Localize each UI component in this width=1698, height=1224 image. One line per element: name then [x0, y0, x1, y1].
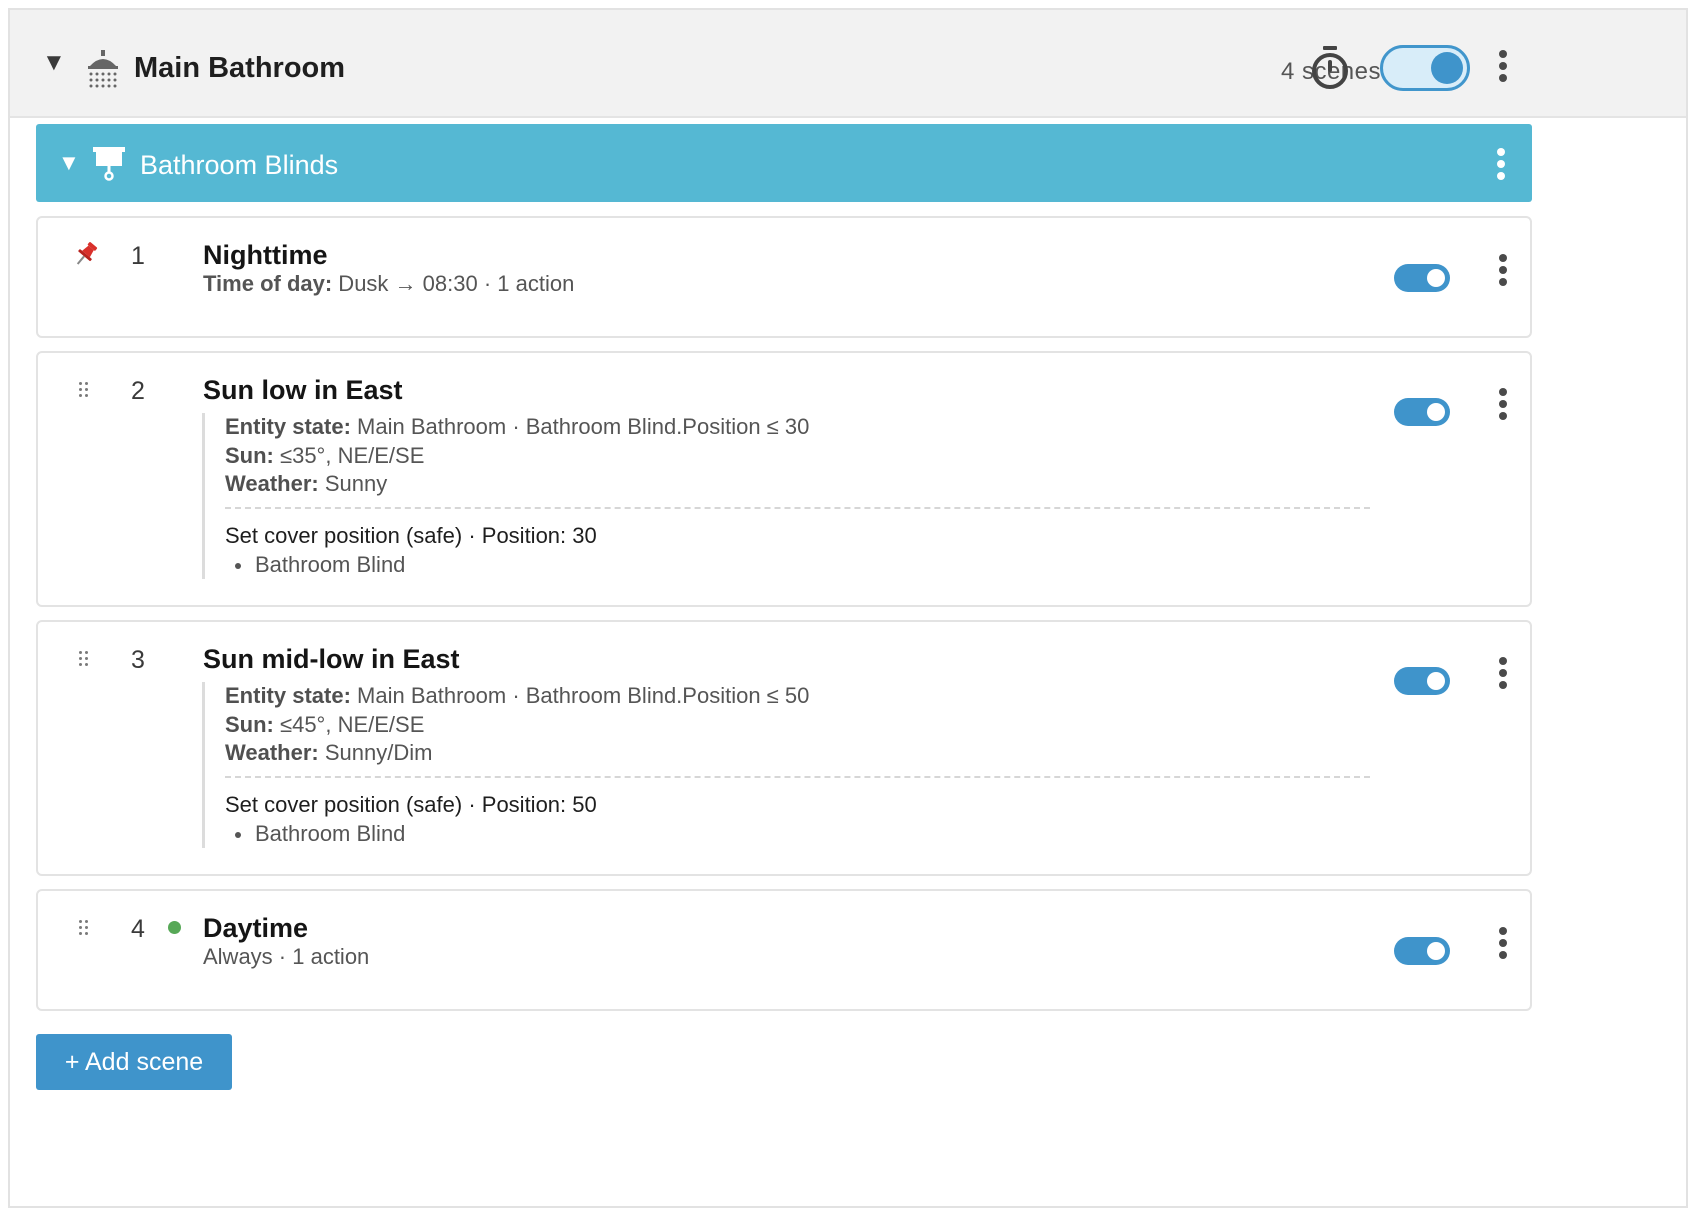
scene-number: 3 — [131, 646, 145, 674]
drag-handle-icon[interactable] — [78, 650, 92, 670]
toggle-knob — [1427, 403, 1445, 421]
scene-enable-toggle[interactable] — [1394, 398, 1450, 426]
scene-details: Entity state: Main Bathroom · Bathroom B… — [202, 413, 1370, 579]
pin-icon[interactable] — [72, 240, 100, 268]
condition-sun: Sun: ≤45°, NE/E/SE — [225, 711, 425, 737]
scene-name: Nighttime — [203, 240, 328, 270]
scene-enable-toggle[interactable] — [1394, 264, 1450, 292]
add-scene-button[interactable]: + Add scene — [36, 1034, 232, 1090]
divider — [225, 775, 1370, 778]
action-target: Bathroom Blind — [225, 550, 1370, 579]
scene-card-sun-mid-low-east[interactable]: 3 Sun mid-low in East Entity state: Main… — [36, 620, 1532, 876]
scene-name: Sun mid-low in East — [203, 644, 460, 674]
scene-name: Daytime — [203, 913, 309, 943]
scene-action: Set cover position (safe) · Position: 50 — [225, 791, 597, 817]
group-title: Bathroom Blinds — [140, 150, 339, 180]
scene-card-nighttime[interactable]: 1 Nighttime Time of day: Dusk → 08:30 · … — [36, 216, 1532, 338]
divider — [225, 506, 1370, 509]
toggle-knob — [1427, 942, 1445, 960]
scene-card-sun-low-east[interactable]: 2 Sun low in East Entity state: Main Bat… — [36, 351, 1532, 607]
summary-label: Time of day: — [203, 271, 333, 296]
toggle-knob — [1427, 672, 1445, 690]
scene-action: Set cover position (safe) · Position: 30 — [225, 522, 597, 548]
shower-icon — [88, 50, 118, 88]
scene-number: 2 — [131, 377, 145, 405]
condition-weather: Weather: Sunny/Dim — [225, 740, 433, 765]
group-header[interactable]: ▼ Bathroom Blinds — [36, 124, 1532, 202]
collapse-caret-icon[interactable]: ▼ — [42, 51, 66, 75]
scene-more-icon[interactable] — [1493, 252, 1513, 288]
condition-weather: Weather: Sunny — [225, 471, 388, 496]
scene-more-icon[interactable] — [1493, 655, 1513, 691]
scene-more-icon[interactable] — [1493, 386, 1513, 422]
scene-number: 1 — [131, 242, 145, 270]
scene-enable-toggle[interactable] — [1394, 667, 1450, 695]
group-collapse-caret-icon[interactable]: ▼ — [58, 152, 80, 174]
scene-enable-toggle[interactable] — [1394, 937, 1450, 965]
toggle-knob — [1431, 52, 1463, 84]
condition-entity-state: Entity state: Main Bathroom · Bathroom B… — [225, 414, 810, 439]
room-enable-toggle[interactable] — [1380, 45, 1470, 91]
action-target: Bathroom Blind — [225, 819, 1370, 848]
scene-details: Entity state: Main Bathroom · Bathroom B… — [202, 682, 1370, 848]
scene-more-icon[interactable] — [1493, 925, 1513, 961]
room-title: Main Bathroom — [134, 52, 346, 84]
scene-card-daytime[interactable]: 4 Daytime Always · 1 action — [36, 889, 1532, 1011]
drag-handle-icon[interactable] — [78, 381, 92, 401]
scene-summary: Always · 1 action — [203, 944, 370, 969]
scene-number: 4 — [131, 915, 145, 943]
blind-icon — [93, 147, 125, 181]
scene-name: Sun low in East — [203, 375, 403, 405]
room-more-icon[interactable] — [1493, 48, 1513, 84]
toggle-knob — [1427, 269, 1445, 287]
summary-value: Dusk → 08:30 · 1 action — [332, 271, 575, 296]
room-header[interactable]: ▼ Main Bathroom 4 scenes — [10, 10, 1686, 118]
scene-summary: Time of day: Dusk → 08:30 · 1 action — [203, 271, 574, 297]
active-indicator-icon — [168, 921, 181, 934]
timer-icon[interactable] — [1308, 44, 1352, 92]
condition-sun: Sun: ≤35°, NE/E/SE — [225, 442, 425, 468]
condition-entity-state: Entity state: Main Bathroom · Bathroom B… — [225, 683, 810, 708]
drag-handle-icon[interactable] — [78, 919, 92, 939]
group-more-icon[interactable] — [1491, 146, 1511, 182]
room-panel: ▼ Main Bathroom 4 scenes ▼ Bathroom Blin… — [8, 8, 1688, 1208]
